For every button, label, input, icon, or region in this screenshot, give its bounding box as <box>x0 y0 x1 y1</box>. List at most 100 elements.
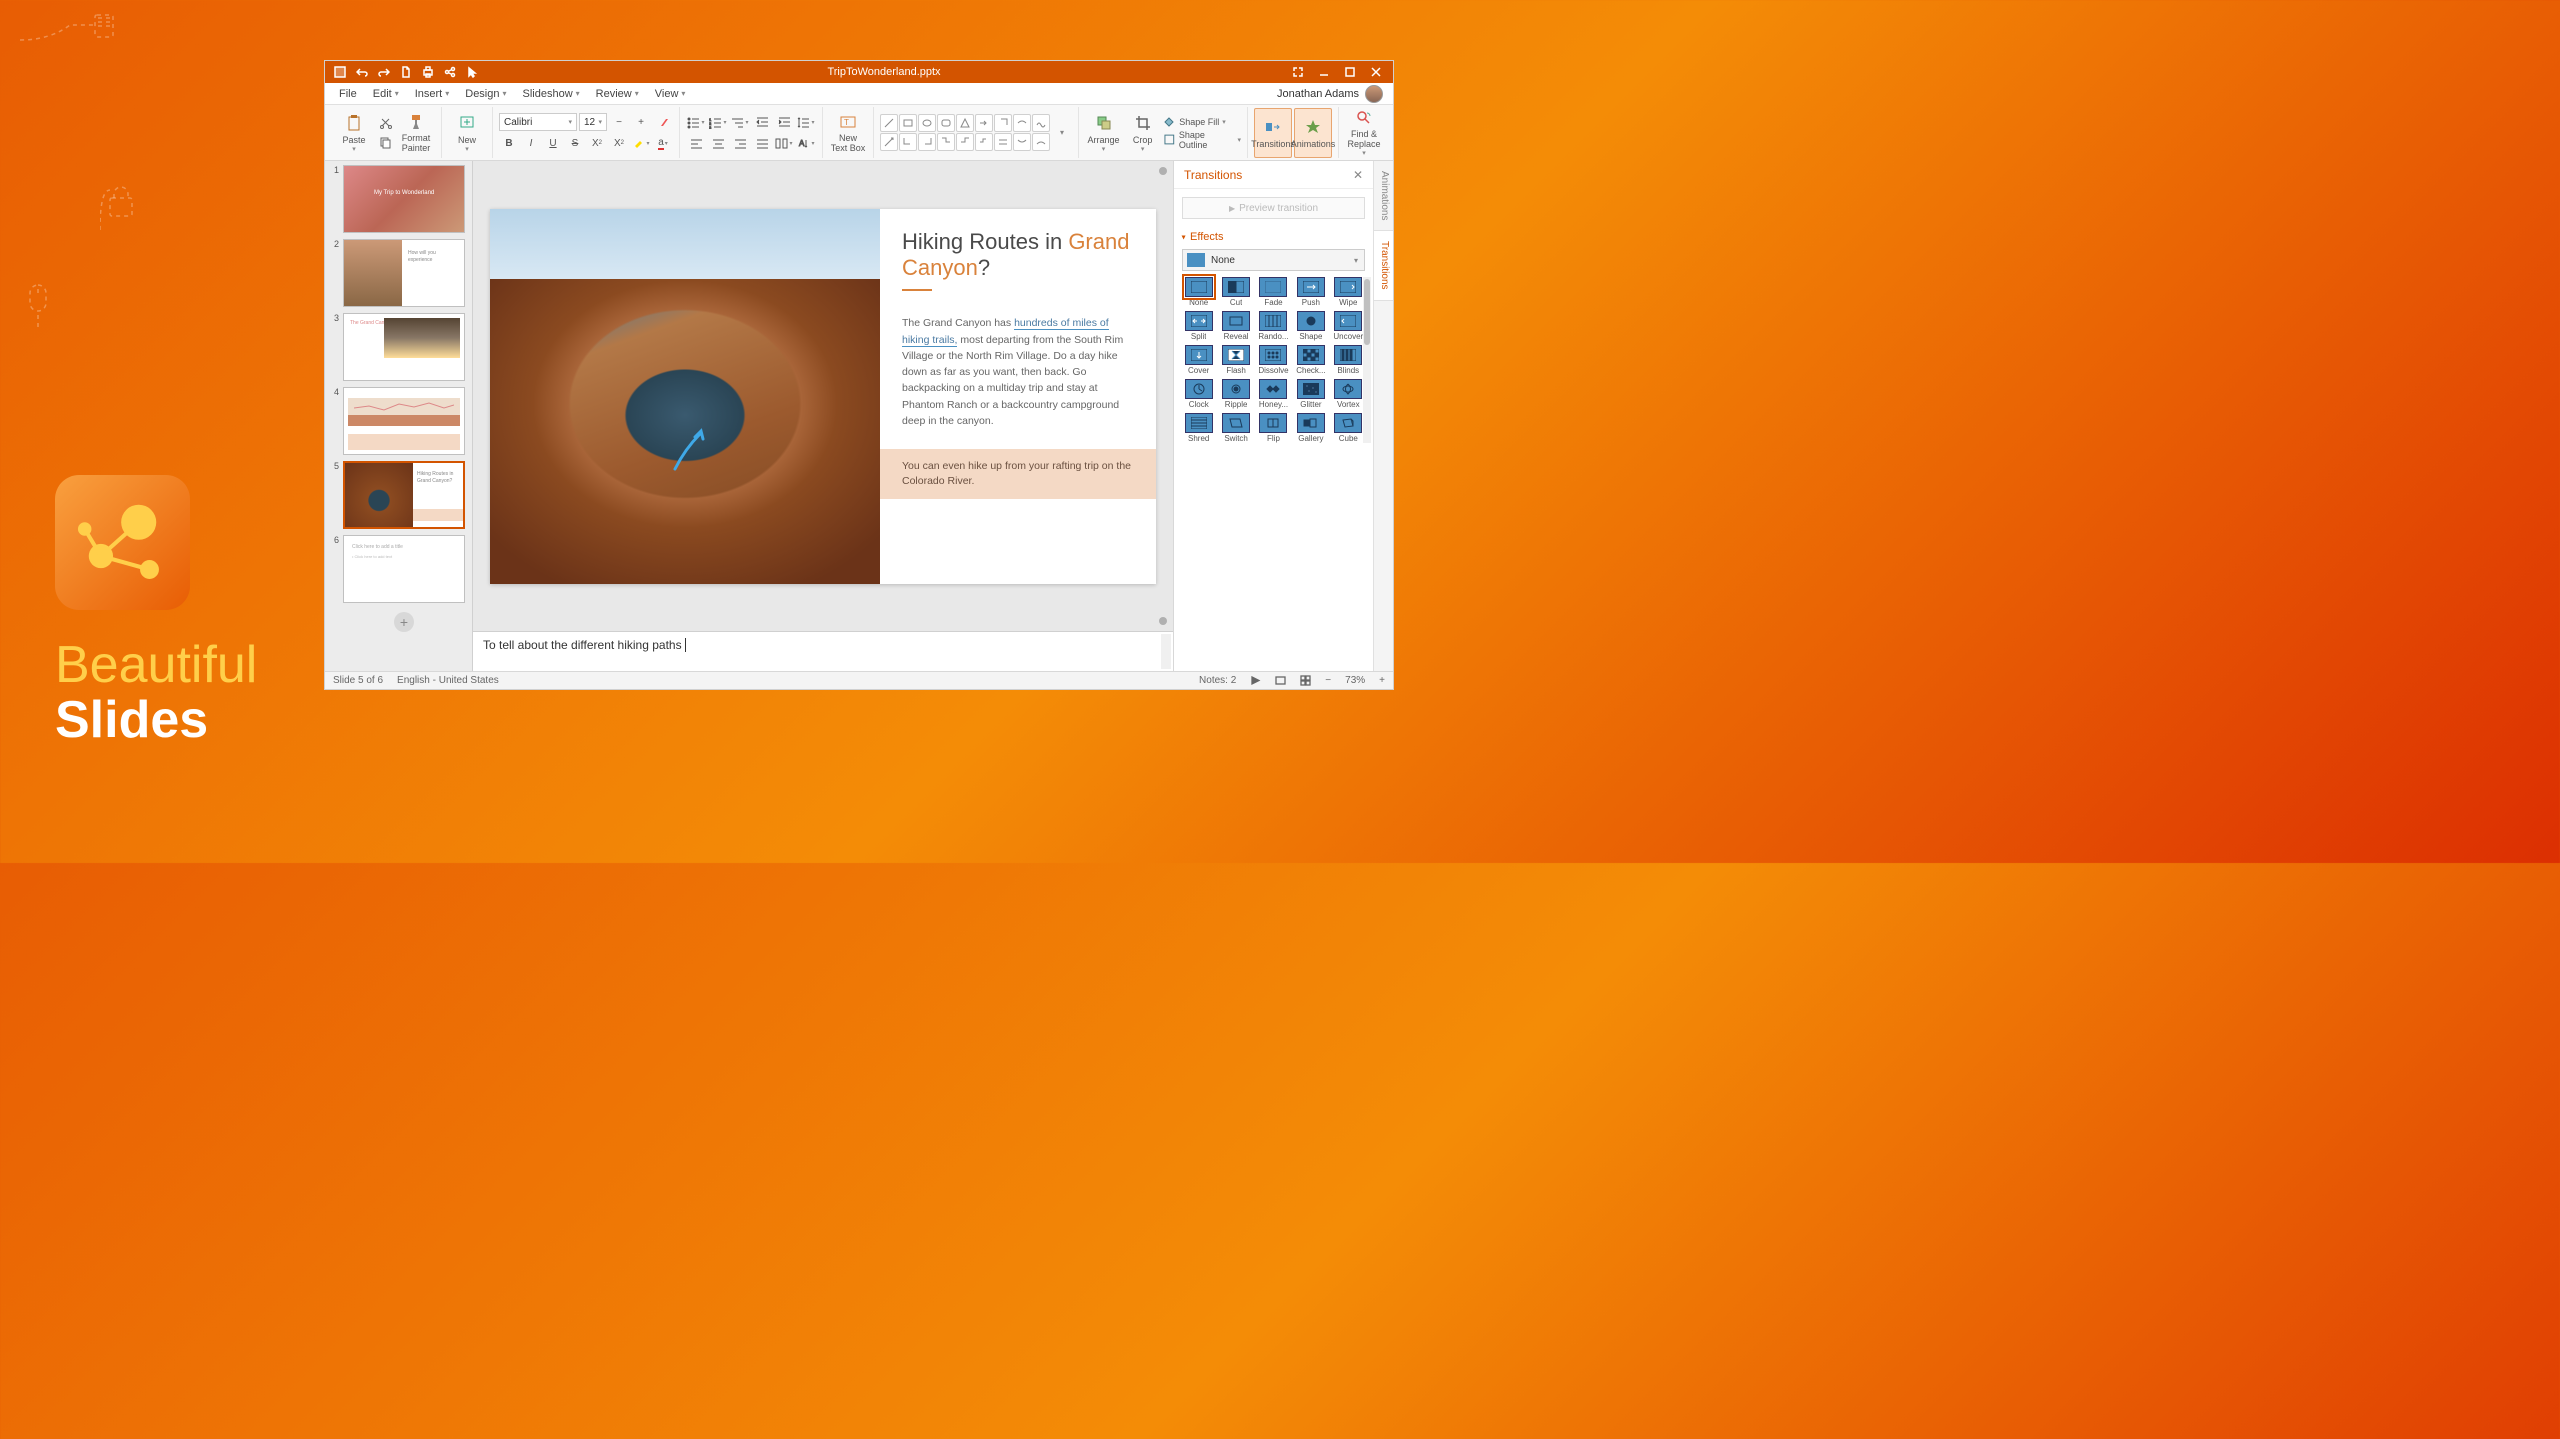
transition-reveal[interactable]: Reveal <box>1219 311 1252 341</box>
transition-clock[interactable]: Clock <box>1182 379 1215 409</box>
redo-icon[interactable] <box>373 61 395 83</box>
notes-pane[interactable]: To tell about the different hiking paths <box>473 631 1173 671</box>
thumb-4[interactable]: 4 <box>329 387 468 455</box>
font-color-icon[interactable]: a <box>653 134 673 152</box>
fullscreen-icon[interactable] <box>1285 61 1311 83</box>
transition-dissolve[interactable]: Dissolve <box>1257 345 1290 375</box>
new-file-icon[interactable] <box>395 61 417 83</box>
thumb-5[interactable]: 5 Hiking Routes in Grand Canyon? <box>329 461 468 529</box>
scroll-up-icon[interactable] <box>1159 167 1167 175</box>
menu-file[interactable]: File <box>331 83 365 104</box>
zoom-level[interactable]: 73% <box>1345 675 1365 686</box>
view-sorter-icon[interactable] <box>1300 675 1311 686</box>
add-slide-button[interactable]: + <box>343 609 465 635</box>
sidetab-transitions[interactable]: Transitions <box>1374 231 1393 301</box>
view-normal-icon[interactable] <box>1275 675 1286 686</box>
effects-heading[interactable]: Effects <box>1182 231 1365 243</box>
format-painter-button[interactable]: Format Painter <box>397 108 435 158</box>
indent-icon[interactable] <box>774 113 794 131</box>
bullets-icon[interactable] <box>686 113 706 131</box>
tpane-close-icon[interactable]: ✕ <box>1353 168 1363 182</box>
copy-icon[interactable] <box>375 134 395 152</box>
cut-icon[interactable] <box>375 114 395 132</box>
transition-vortex[interactable]: Vortex <box>1332 379 1365 409</box>
user-account[interactable]: Jonathan Adams <box>1277 85 1387 103</box>
transition-fade[interactable]: Fade <box>1257 277 1290 307</box>
effect-select[interactable]: None <box>1182 249 1365 271</box>
thumb-3[interactable]: 3 The Grand Canyon <box>329 313 468 381</box>
thumb-6[interactable]: 6 Click here to add a title• Click here … <box>329 535 468 603</box>
menu-slideshow[interactable]: Slideshow▾ <box>515 83 588 104</box>
find-replace-button[interactable]: Find & Replace <box>1345 108 1383 158</box>
shapes-gallery[interactable] <box>880 114 1050 151</box>
zoom-in-icon[interactable]: + <box>1379 675 1385 686</box>
canvas[interactable]: Hiking Routes in Grand Canyon? The Grand… <box>473 161 1173 631</box>
italic-icon[interactable]: I <box>521 134 541 152</box>
columns-icon[interactable] <box>774 134 794 152</box>
transition-wipe[interactable]: Wipe <box>1332 277 1365 307</box>
cursor-icon[interactable] <box>461 61 483 83</box>
animations-button[interactable]: Animations <box>1294 108 1332 158</box>
transition-cube[interactable]: Cube <box>1332 413 1365 443</box>
shape-outline-button[interactable]: Shape Outline▾ <box>1163 130 1241 150</box>
transition-uncover[interactable]: Uncover <box>1332 311 1365 341</box>
slide-text[interactable]: Hiking Routes in Grand Canyon? The Grand… <box>880 209 1156 584</box>
scroll-down-icon[interactable] <box>1159 617 1167 625</box>
transition-shred[interactable]: Shred <box>1182 413 1215 443</box>
transition-split[interactable]: Split <box>1182 311 1215 341</box>
transition-honey[interactable]: Honey... <box>1257 379 1290 409</box>
undo-icon[interactable] <box>351 61 373 83</box>
transition-flash[interactable]: Flash <box>1219 345 1252 375</box>
menu-insert[interactable]: Insert▾ <box>407 83 458 104</box>
font-size-select[interactable]: 12▾ <box>579 113 607 131</box>
align-right-icon[interactable] <box>730 134 750 152</box>
numbering-icon[interactable]: 123 <box>708 113 728 131</box>
align-center-icon[interactable] <box>708 134 728 152</box>
play-icon[interactable] <box>1250 675 1261 686</box>
line-spacing-icon[interactable] <box>796 113 816 131</box>
shape-fill-button[interactable]: Shape Fill▾ <box>1163 116 1241 129</box>
superscript-icon[interactable]: X2 <box>609 134 629 152</box>
close-icon[interactable] <box>1363 61 1389 83</box>
transition-ripple[interactable]: Ripple <box>1219 379 1252 409</box>
font-decrease-icon[interactable]: − <box>609 113 629 131</box>
thumb-2[interactable]: 2 How will you experience <box>329 239 468 307</box>
underline-icon[interactable]: U <box>543 134 563 152</box>
transition-gallery[interactable]: Gallery <box>1294 413 1327 443</box>
share-icon[interactable] <box>439 61 461 83</box>
transition-push[interactable]: Push <box>1294 277 1327 307</box>
transition-cut[interactable]: Cut <box>1219 277 1252 307</box>
highlight-icon[interactable] <box>631 134 651 152</box>
bold-icon[interactable]: B <box>499 134 519 152</box>
crop-button[interactable]: Crop <box>1124 108 1161 158</box>
strike-icon[interactable]: S <box>565 134 585 152</box>
transition-shape[interactable]: Shape <box>1294 311 1327 341</box>
subscript-icon[interactable]: X2 <box>587 134 607 152</box>
sidetab-animations[interactable]: Animations <box>1374 161 1393 231</box>
text-direction-icon[interactable]: A <box>796 134 816 152</box>
zoom-out-icon[interactable]: − <box>1325 675 1331 686</box>
menu-review[interactable]: Review▾ <box>588 83 647 104</box>
align-justify-icon[interactable] <box>752 134 772 152</box>
transitions-button[interactable]: Transitions <box>1254 108 1292 158</box>
transition-check[interactable]: Check... <box>1294 345 1327 375</box>
menu-view[interactable]: View▾ <box>647 83 694 104</box>
minimize-icon[interactable] <box>1311 61 1337 83</box>
new-textbox-button[interactable]: TNew Text Box <box>829 108 867 158</box>
transition-none[interactable]: None <box>1182 277 1215 307</box>
thumb-1[interactable]: 1 My Trip to Wonderland <box>329 165 468 233</box>
font-name-select[interactable]: Calibri▾ <box>499 113 577 131</box>
status-lang[interactable]: English - United States <box>397 675 499 686</box>
shapes-more-icon[interactable]: ▾ <box>1052 124 1072 142</box>
status-notes[interactable]: Notes: 2 <box>1199 675 1236 686</box>
font-increase-icon[interactable]: + <box>631 113 651 131</box>
transition-glitter[interactable]: Glitter <box>1294 379 1327 409</box>
clear-format-icon[interactable] <box>653 113 673 131</box>
transition-rando[interactable]: Rando... <box>1257 311 1290 341</box>
transition-flip[interactable]: Flip <box>1257 413 1290 443</box>
preview-transition-button[interactable]: Preview transition <box>1182 197 1365 219</box>
arrange-button[interactable]: Arrange <box>1085 108 1122 158</box>
maximize-icon[interactable] <box>1337 61 1363 83</box>
multilevel-icon[interactable] <box>730 113 750 131</box>
paste-button[interactable]: Paste <box>335 108 373 158</box>
